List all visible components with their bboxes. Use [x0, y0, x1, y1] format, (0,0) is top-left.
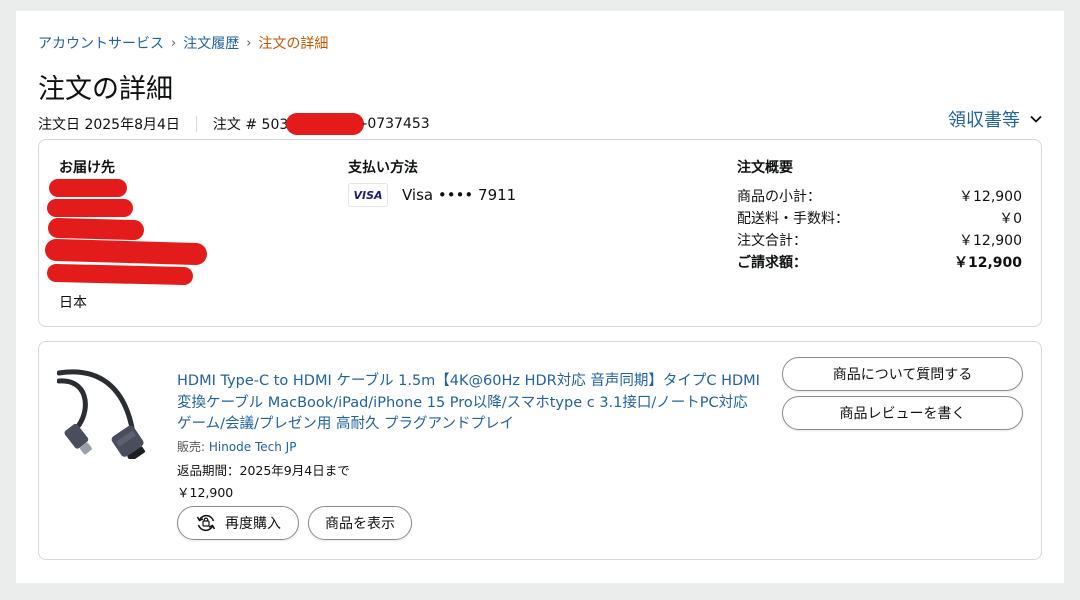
- order-number-suffix: -0737453: [362, 116, 430, 132]
- payment-heading: 支払い方法: [348, 160, 418, 176]
- order-info-card: お届け先 日本 支払い方法 VISA Visa •••• 7911 注文概要 商…: [38, 139, 1042, 327]
- ask-question-button[interactable]: 商品について質問する: [782, 357, 1023, 391]
- summary-row: 配送料・手数料： ￥0: [737, 208, 1022, 230]
- chevron-down-icon: [1030, 115, 1042, 123]
- breadcrumb-separator: ›: [246, 35, 252, 51]
- shipping-heading: お届け先: [59, 160, 115, 176]
- summary-row-total: ご請求額： ￥12,900: [737, 252, 1022, 274]
- summary-label: 配送料・手数料：: [737, 211, 849, 227]
- breadcrumb-separator: ›: [171, 35, 177, 51]
- meta-divider: [195, 116, 197, 132]
- write-review-button[interactable]: 商品レビューを書く: [782, 396, 1023, 430]
- order-details-page: アカウントサービス › 注文履歴 › 注文の詳細 注文の詳細 注文日 2025年…: [16, 11, 1064, 583]
- view-item-button[interactable]: 商品を表示: [308, 506, 412, 540]
- summary-label: 商品の小計：: [737, 189, 821, 205]
- seller-link[interactable]: Hinode Tech JP: [209, 440, 297, 454]
- summary-value: ￥12,900: [959, 189, 1022, 205]
- buy-again-label: 再度購入: [225, 516, 281, 532]
- breadcrumb-order-history[interactable]: 注文履歴: [183, 33, 239, 53]
- buy-again-icon: [196, 514, 216, 532]
- order-meta: 注文日 2025年8月4日 注文 # 503 -0737453: [38, 113, 430, 135]
- order-item-card: HDMI Type-C to HDMI ケーブル 1.5m【4K@60Hz HD…: [38, 341, 1042, 560]
- return-window: 返品期間：2025年9月4日まで: [177, 463, 350, 478]
- summary-value: ￥12,900: [959, 233, 1022, 249]
- shipping-country: 日本: [59, 295, 87, 311]
- buy-again-button[interactable]: 再度購入: [177, 506, 299, 540]
- summary-value: ￥12,900: [953, 255, 1022, 271]
- item-price: ￥12,900: [177, 485, 234, 500]
- summary-label: 注文合計：: [737, 233, 807, 249]
- product-title-link[interactable]: HDMI Type-C to HDMI ケーブル 1.5m【4K@60Hz HD…: [177, 371, 762, 436]
- summary-heading: 注文概要: [737, 160, 793, 176]
- breadcrumb: アカウントサービス › 注文履歴 › 注文の詳細: [38, 33, 328, 53]
- summary-row: 注文合計： ￥12,900: [737, 230, 1022, 252]
- summary-row: 商品の小計： ￥12,900: [737, 186, 1022, 208]
- card-number: Visa •••• 7911: [402, 186, 517, 204]
- product-image[interactable]: [57, 367, 159, 459]
- redaction-mark: [286, 113, 365, 135]
- page-title: 注文の詳細: [38, 74, 173, 105]
- receipt-label: 領収書等: [948, 110, 1020, 131]
- summary-label: ご請求額：: [737, 255, 807, 271]
- receipt-dropdown[interactable]: 領収書等: [948, 106, 1042, 132]
- seller-label: 販売:: [177, 440, 209, 454]
- breadcrumb-current: 注文の詳細: [258, 36, 329, 52]
- seller-info: 販売: Hinode Tech JP: [177, 438, 296, 455]
- summary-value: ￥0: [999, 211, 1022, 227]
- order-date: 注文日 2025年8月4日: [38, 117, 180, 133]
- redaction-mark: [45, 179, 207, 285]
- order-summary: 商品の小計： ￥12,900 配送料・手数料： ￥0 注文合計： ￥12,900 ご請…: [737, 186, 1022, 274]
- visa-card-icon: VISA: [348, 183, 388, 207]
- order-number-prefix: 注文 # 503: [212, 117, 289, 133]
- breadcrumb-account-services[interactable]: アカウントサービス: [38, 33, 164, 53]
